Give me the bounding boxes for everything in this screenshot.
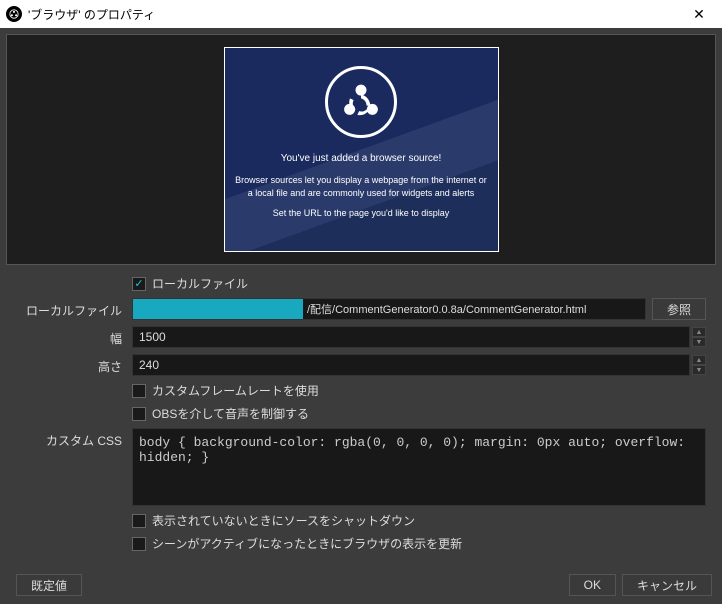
height-label: 高さ: [6, 354, 132, 375]
path-highlight: [133, 299, 303, 319]
local-file-check-label: ローカルファイル: [152, 275, 248, 292]
browse-button[interactable]: 参照: [652, 298, 706, 320]
local-file-checkbox[interactable]: [132, 277, 146, 291]
browser-preview: You've just added a browser source! Brow…: [224, 47, 499, 252]
refresh-label: シーンがアクティブになったときにブラウザの表示を更新: [152, 535, 462, 552]
shutdown-checkbox[interactable]: [132, 514, 146, 528]
defaults-button[interactable]: 既定値: [16, 574, 82, 596]
width-input[interactable]: [132, 326, 690, 348]
preview-frame: You've just added a browser source! Brow…: [6, 34, 716, 265]
custom-css-textarea[interactable]: [132, 428, 706, 506]
local-file-value: /配信/CommentGenerator0.0.8a/CommentGenera…: [303, 301, 590, 317]
titlebar: 'ブラウザ' のプロパティ ✕: [0, 0, 722, 28]
footer: 既定値 OK キャンセル: [0, 568, 722, 604]
cancel-button[interactable]: キャンセル: [622, 574, 712, 596]
height-spinner[interactable]: ▲▼: [692, 355, 706, 375]
preview-line2: Browser sources let you display a webpag…: [235, 174, 488, 199]
width-spinner[interactable]: ▲▼: [692, 327, 706, 347]
ok-button[interactable]: OK: [569, 574, 616, 596]
content: You've just added a browser source! Brow…: [0, 28, 722, 568]
close-button[interactable]: ✕: [676, 0, 722, 28]
shutdown-label: 表示されていないときにソースをシャットダウン: [152, 512, 415, 529]
preview-line1: You've just added a browser source!: [235, 152, 488, 166]
custom-fps-label: カスタムフレームレートを使用: [152, 382, 319, 399]
obs-logo-icon: [325, 66, 397, 138]
window-title: 'ブラウザ' のプロパティ: [28, 6, 676, 23]
obs-audio-label: OBSを介して音声を制御する: [152, 405, 309, 422]
refresh-checkbox[interactable]: [132, 537, 146, 551]
custom-css-label: カスタム CSS: [6, 428, 132, 449]
form: ローカルファイル ローカルファイル /配信/CommentGenerator0.…: [6, 271, 716, 562]
height-input[interactable]: [132, 354, 690, 376]
obs-icon: [6, 6, 22, 22]
custom-fps-checkbox[interactable]: [132, 384, 146, 398]
width-label: 幅: [6, 326, 132, 347]
preview-line3: Set the URL to the page you'd like to di…: [235, 207, 488, 220]
local-file-label: ローカルファイル: [6, 298, 132, 319]
preview-text: You've just added a browser source! Brow…: [225, 152, 498, 220]
local-file-input[interactable]: /配信/CommentGenerator0.0.8a/CommentGenera…: [132, 298, 646, 320]
obs-audio-checkbox[interactable]: [132, 407, 146, 421]
